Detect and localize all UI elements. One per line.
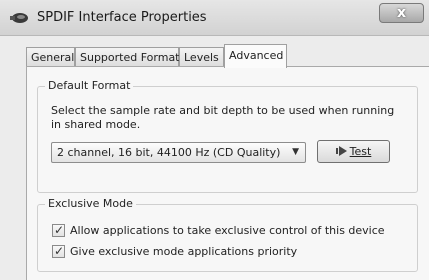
test-button-label: Test <box>349 145 372 158</box>
tab-advanced[interactable]: Advanced <box>224 44 287 68</box>
allow-exclusive-control-checkbox[interactable]: ✓ <box>52 223 65 237</box>
chevron-down-icon: ▼ <box>292 147 299 157</box>
default-format-description-line2: in shared mode. <box>51 118 141 131</box>
tab-supported-formats[interactable]: Supported Formats <box>75 47 185 67</box>
play-icon <box>335 142 348 163</box>
window-title: SPDIF Interface Properties <box>37 10 207 25</box>
tab-supported-formats-label: Supported Formats <box>80 51 186 64</box>
tab-general-label: General <box>31 51 75 64</box>
tab-levels[interactable]: Levels <box>179 47 224 67</box>
tab-general[interactable]: General <box>26 47 75 67</box>
speaker-icon <box>9 11 29 25</box>
default-format-description-line1: Select the sample rate and bit depth to … <box>51 104 395 117</box>
exclusive-priority-checkbox[interactable]: ✓ <box>52 244 65 258</box>
checkmark-icon: ✓ <box>54 223 65 237</box>
advanced-panel: Default Format Select the sample rate an… <box>26 66 429 280</box>
default-format-title: Default Format <box>45 79 134 92</box>
tab-advanced-label: Advanced <box>229 49 284 62</box>
exclusive-mode-group: Exclusive Mode <box>37 197 418 272</box>
tab-strip: General Supported Formats Levels Advance… <box>0 36 429 68</box>
allow-exclusive-control-label: Allow applications to take exclusive con… <box>70 224 385 237</box>
selected-format-value: 2 channel, 16 bit, 44100 Hz (CD Quality) <box>57 146 281 159</box>
title-bar: SPDIF Interface Properties x <box>0 0 429 36</box>
checkmark-icon: ✓ <box>54 244 65 258</box>
close-button[interactable]: x <box>379 3 424 23</box>
tab-levels-label: Levels <box>184 51 219 64</box>
close-icon: x <box>396 5 407 21</box>
test-button[interactable]: Test <box>317 140 390 163</box>
default-format-select[interactable]: 2 channel, 16 bit, 44100 Hz (CD Quality)… <box>51 142 306 163</box>
exclusive-priority-label: Give exclusive mode applications priorit… <box>70 245 298 258</box>
exclusive-mode-title: Exclusive Mode <box>45 197 136 210</box>
